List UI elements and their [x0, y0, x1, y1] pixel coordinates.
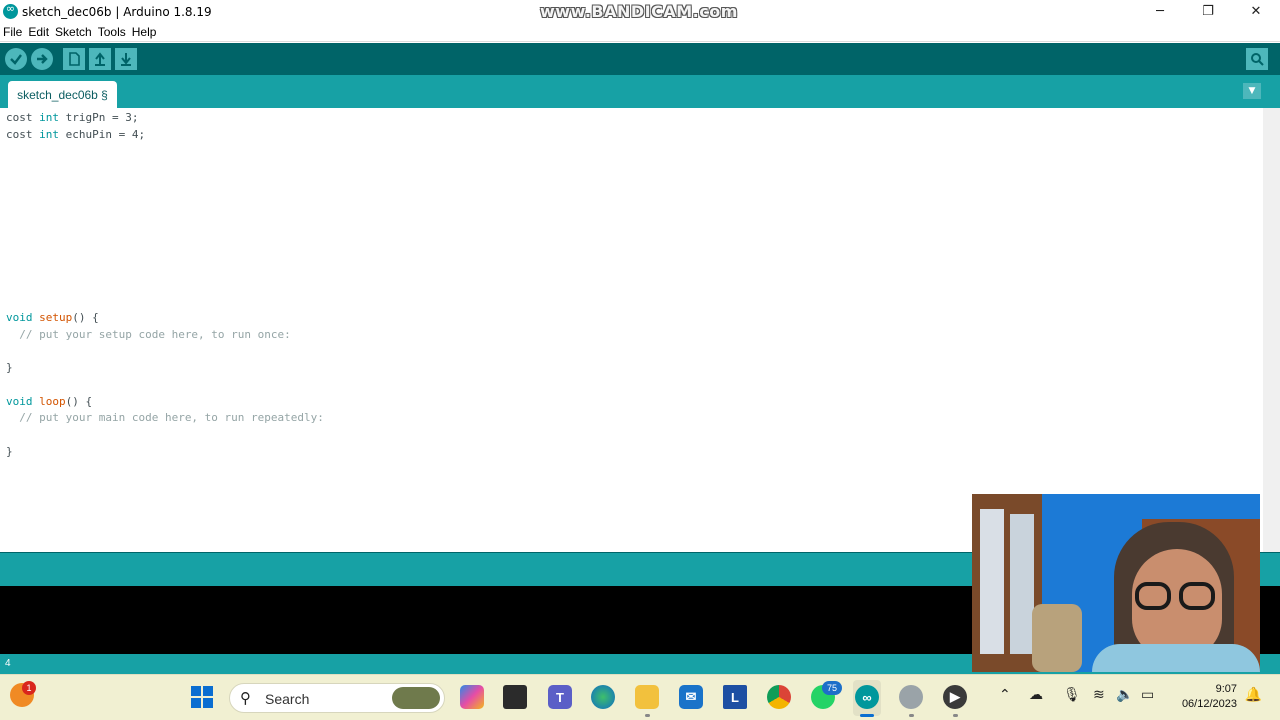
maximize-button[interactable]: ❐ — [1184, 0, 1232, 23]
menu-bar: File Edit Sketch Tools Help — [0, 23, 1280, 42]
webcam-window-pane — [980, 509, 1004, 654]
tab-strip: sketch_dec06b § ▼ — [0, 75, 1280, 108]
copilot-icon[interactable] — [460, 685, 484, 709]
new-file-icon — [69, 52, 80, 66]
code-line[interactable]: // put your setup code here, to run once… — [6, 327, 324, 344]
serial-monitor-button[interactable] — [1246, 48, 1268, 70]
code-line[interactable] — [6, 294, 324, 311]
menu-help[interactable]: Help — [129, 25, 160, 39]
menu-sketch[interactable]: Sketch — [52, 25, 95, 39]
code-line[interactable] — [6, 193, 324, 210]
magnifier-icon — [1251, 53, 1264, 66]
editor-scrollbar[interactable] — [1263, 108, 1280, 552]
volume-icon[interactable]: 🔈 — [1116, 687, 1133, 703]
title-bar: sketch_dec06b | Arduino 1.8.19 www.BANDI… — [0, 0, 1280, 23]
code-line[interactable]: cost int trigPn = 3; — [6, 110, 324, 127]
code-line[interactable]: } — [6, 444, 324, 461]
window-title: sketch_dec06b | Arduino 1.8.19 — [22, 4, 212, 19]
clock-time: 9:07 — [1215, 683, 1237, 695]
active-indicator — [860, 714, 874, 717]
cloud-icon[interactable]: ☁ — [1029, 687, 1043, 703]
close-button[interactable]: ✕ — [1232, 0, 1280, 23]
taskbar-clock[interactable]: 9:07 06/12/2023 — [1182, 682, 1237, 712]
start-button[interactable] — [191, 686, 213, 708]
checkmark-icon — [10, 54, 22, 65]
new-sketch-button[interactable] — [63, 48, 85, 70]
taskbar: 1 ⚲ Search T ✉ L 75 ∞ ▶ ⌃ ☁ 🎙 ≋ 🔈 ▭ 9:07… — [0, 674, 1280, 720]
open-button[interactable] — [89, 48, 111, 70]
menu-file[interactable]: File — [0, 25, 25, 39]
arrow-right-icon — [37, 54, 48, 64]
code-line[interactable]: void setup() { — [6, 310, 324, 327]
code-line[interactable]: void loop() { — [6, 394, 324, 411]
window-controls: ─ ❐ ✕ — [1136, 0, 1280, 23]
code-line[interactable]: } — [6, 360, 324, 377]
save-button[interactable] — [115, 48, 137, 70]
chevron-down-icon: ▼ — [1248, 86, 1256, 96]
code-line[interactable] — [6, 177, 324, 194]
arduino-taskbar-icon[interactable]: ∞ — [855, 685, 879, 709]
search-highlight-image — [392, 687, 440, 709]
bandicam-watermark: www.BANDICAM.com — [540, 2, 738, 21]
mail-icon[interactable]: ✉ — [679, 685, 703, 709]
minimize-button[interactable]: ─ — [1136, 0, 1184, 23]
code-line[interactable] — [6, 344, 324, 361]
chrome-icon[interactable] — [767, 685, 791, 709]
arrow-up-icon — [95, 52, 105, 66]
running-indicator — [645, 714, 650, 717]
whatsapp-badge: 75 — [822, 681, 842, 695]
webcam-person-glasses — [1135, 582, 1219, 610]
arduino-ide-screen: sketch_dec06b | Arduino 1.8.19 www.BANDI… — [0, 0, 1280, 720]
taskbar-search[interactable]: ⚲ Search — [229, 683, 445, 713]
windows-logo-icon — [191, 686, 201, 696]
code-line[interactable] — [6, 277, 324, 294]
weather-badge: 1 — [22, 681, 36, 695]
webcam-person-shirt — [1092, 644, 1260, 672]
code-editor[interactable]: cost int trigPn = 3; cost int echuPin = 4… — [0, 108, 1280, 552]
notification-bell-icon[interactable]: 🔔 — [1245, 687, 1262, 703]
upload-button[interactable] — [31, 48, 53, 70]
search-icon: ⚲ — [240, 689, 251, 707]
code-line[interactable]: // put your main code here, to run repea… — [6, 410, 324, 427]
network-tool-icon[interactable] — [899, 685, 923, 709]
webcam-overlay — [972, 494, 1260, 672]
arrow-down-icon — [121, 53, 131, 66]
chevron-up-icon[interactable]: ⌃ — [999, 687, 1011, 703]
toolbar — [0, 43, 1280, 75]
teams-icon[interactable]: T — [548, 685, 572, 709]
line-number: 4 — [5, 658, 11, 669]
webcam-sofa — [1032, 604, 1082, 672]
clock-date: 06/12/2023 — [1181, 698, 1237, 710]
webcam-window-pane — [1010, 514, 1034, 654]
code-line[interactable] — [6, 427, 324, 444]
tab-menu-button[interactable]: ▼ — [1243, 83, 1261, 99]
code-line[interactable] — [6, 244, 324, 261]
code-line[interactable] — [6, 227, 324, 244]
code-line[interactable] — [6, 210, 324, 227]
code-line[interactable] — [6, 377, 324, 394]
running-indicator — [909, 714, 914, 717]
tab-sketch[interactable]: sketch_dec06b § — [8, 81, 117, 108]
l-app-icon[interactable]: L — [723, 685, 747, 709]
microphone-icon[interactable]: 🎙 — [1063, 687, 1081, 703]
task-view-icon[interactable] — [503, 685, 527, 709]
edge-icon[interactable] — [591, 685, 615, 709]
arduino-logo-icon — [3, 2, 18, 19]
code-line[interactable]: cost int echuPin = 4; — [6, 127, 324, 144]
running-indicator — [953, 714, 958, 717]
menu-tools[interactable]: Tools — [95, 25, 129, 39]
menu-edit[interactable]: Edit — [25, 25, 52, 39]
search-label: Search — [265, 691, 310, 707]
media-player-icon[interactable]: ▶ — [943, 685, 967, 709]
code-line[interactable] — [6, 143, 324, 160]
battery-icon[interactable]: ▭ — [1141, 687, 1154, 703]
code-line[interactable] — [6, 260, 324, 277]
verify-button[interactable] — [5, 48, 27, 70]
code-text[interactable]: cost int trigPn = 3; cost int echuPin = 4… — [6, 110, 324, 460]
wifi-icon[interactable]: ≋ — [1093, 687, 1105, 703]
code-line[interactable] — [6, 160, 324, 177]
file-explorer-icon[interactable] — [635, 685, 659, 709]
